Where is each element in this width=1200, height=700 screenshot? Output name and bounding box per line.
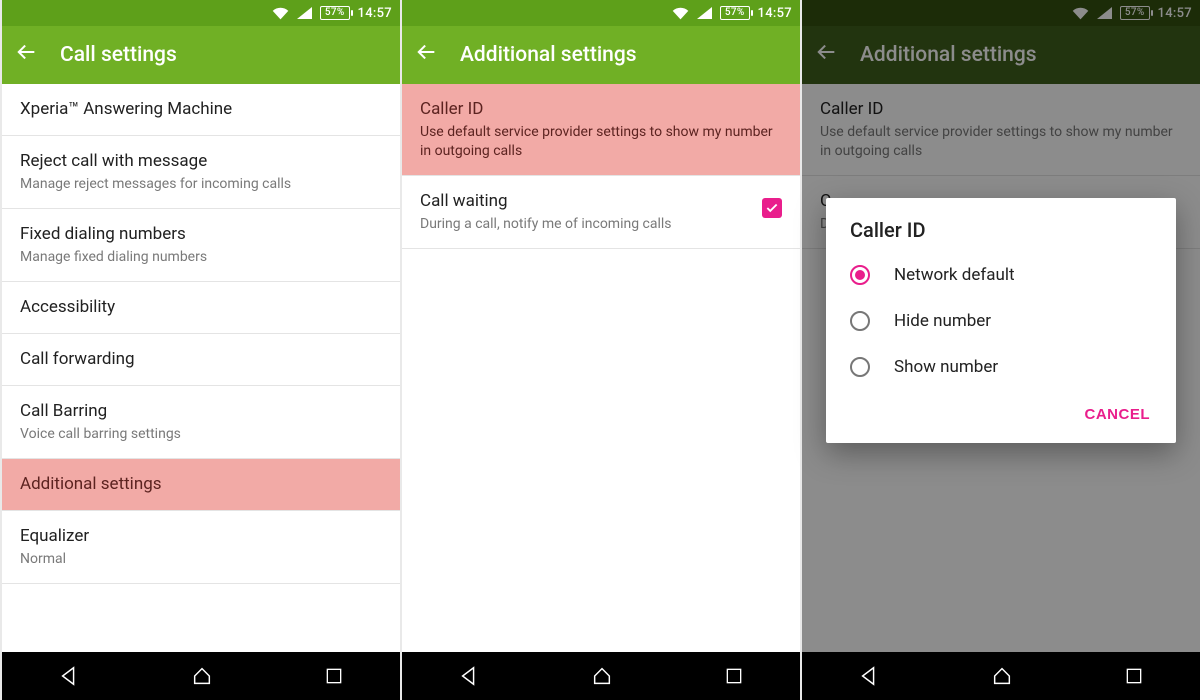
option-show-number[interactable]: Show number xyxy=(826,344,1176,390)
clock: 14:57 xyxy=(358,6,392,21)
back-icon[interactable] xyxy=(16,41,38,69)
page-title: Additional settings xyxy=(460,43,637,67)
signal-icon xyxy=(697,6,712,20)
clock: 14:57 xyxy=(758,6,792,21)
screen-call-settings: 57% 14:57 Call settings Xperia™ Answerin… xyxy=(0,0,400,700)
nav-recent-icon[interactable] xyxy=(724,666,744,686)
option-label: Network default xyxy=(894,265,1015,285)
dialog-title: Caller ID xyxy=(826,198,1176,252)
item-additional-settings[interactable]: Additional settings xyxy=(2,459,400,511)
system-nav-bar xyxy=(802,652,1200,700)
nav-home-icon[interactable] xyxy=(591,665,613,687)
nav-recent-icon[interactable] xyxy=(324,666,344,686)
option-label: Show number xyxy=(894,357,998,377)
item-caller-id[interactable]: Caller ID Use default service provider s… xyxy=(402,84,800,176)
status-bar: 57% 14:57 xyxy=(402,0,800,26)
screen-additional-settings: 57% 14:57 Additional settings Caller ID … xyxy=(400,0,800,700)
action-bar: Additional settings xyxy=(402,26,800,84)
option-label: Hide number xyxy=(894,311,991,331)
screen-caller-id-dialog: 57% 14:57 Additional settings Caller ID … xyxy=(800,0,1200,700)
settings-list: Xperia™ Answering Machine Reject call wi… xyxy=(2,84,400,652)
item-answering-machine[interactable]: Xperia™ Answering Machine xyxy=(2,84,400,136)
caller-id-dialog: Caller ID Network default Hide number Sh… xyxy=(826,198,1176,443)
status-bar: 57% 14:57 xyxy=(2,0,400,26)
radio-icon xyxy=(850,265,870,285)
item-accessibility[interactable]: Accessibility xyxy=(2,282,400,334)
nav-back-icon[interactable] xyxy=(58,665,80,687)
nav-back-icon[interactable] xyxy=(858,665,880,687)
nav-home-icon[interactable] xyxy=(991,665,1013,687)
signal-icon xyxy=(297,6,312,20)
radio-icon xyxy=(850,311,870,331)
wifi-icon xyxy=(272,6,289,20)
radio-icon xyxy=(850,357,870,377)
battery-indicator: 57% xyxy=(320,6,350,20)
item-call-waiting[interactable]: Call waiting During a call, notify me of… xyxy=(402,176,800,249)
back-icon[interactable] xyxy=(416,41,438,69)
item-equalizer[interactable]: EqualizerNormal xyxy=(2,511,400,584)
wifi-icon xyxy=(672,6,689,20)
cancel-button[interactable]: CANCEL xyxy=(1073,398,1163,431)
item-call-forwarding[interactable]: Call forwarding xyxy=(2,334,400,386)
system-nav-bar xyxy=(2,652,400,700)
item-fixed-dialing[interactable]: Fixed dialing numbersManage fixed dialin… xyxy=(2,209,400,282)
call-waiting-checkbox[interactable] xyxy=(762,198,782,218)
battery-indicator: 57% xyxy=(720,6,750,20)
action-bar: Call settings xyxy=(2,26,400,84)
option-network-default[interactable]: Network default xyxy=(826,252,1176,298)
item-reject-call[interactable]: Reject call with messageManage reject me… xyxy=(2,136,400,209)
page-title: Call settings xyxy=(60,43,177,67)
option-hide-number[interactable]: Hide number xyxy=(826,298,1176,344)
settings-list: Caller ID Use default service provider s… xyxy=(402,84,800,652)
dialog-actions: CANCEL xyxy=(826,390,1176,435)
system-nav-bar xyxy=(402,652,800,700)
nav-recent-icon[interactable] xyxy=(1124,666,1144,686)
item-call-barring[interactable]: Call BarringVoice call barring settings xyxy=(2,386,400,459)
nav-home-icon[interactable] xyxy=(191,665,213,687)
nav-back-icon[interactable] xyxy=(458,665,480,687)
